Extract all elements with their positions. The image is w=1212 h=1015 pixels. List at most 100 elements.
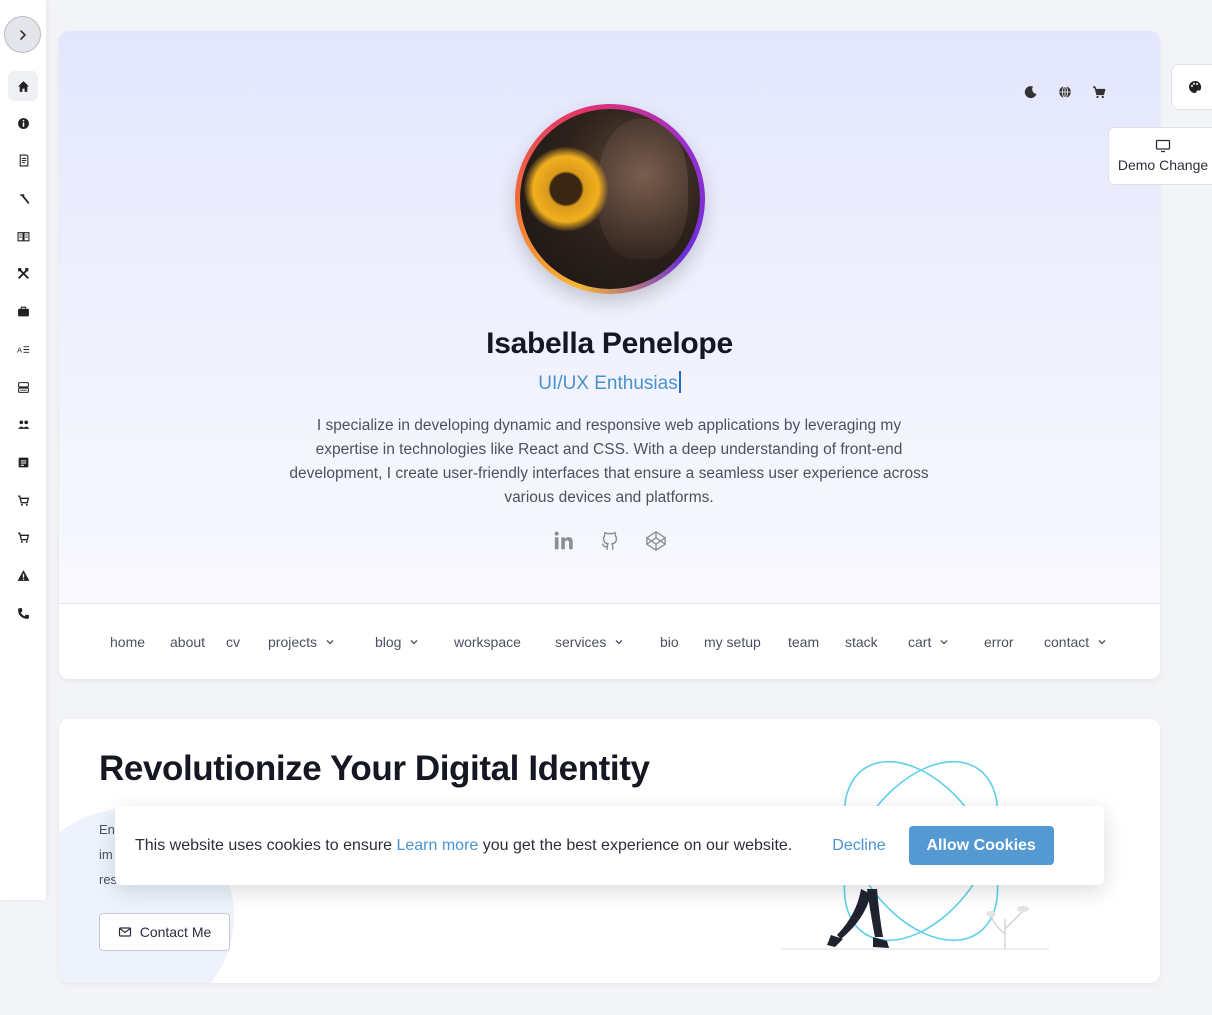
sidebar-item-about[interactable]	[8, 108, 38, 138]
menu-label: services	[555, 633, 607, 650]
warning-icon	[17, 569, 29, 581]
menu-label: blog	[375, 633, 402, 650]
menu-item-cart[interactable]: cart	[908, 634, 984, 650]
cart-icon[interactable]	[1090, 83, 1108, 101]
chevron-right-icon	[19, 29, 26, 40]
sidebar-item-error[interactable]	[8, 560, 38, 590]
sidebar-item-blog[interactable]	[8, 221, 38, 251]
sidebar-item-home[interactable]	[8, 71, 38, 101]
menu-label: team	[788, 633, 820, 650]
menu-item-contact[interactable]: contact	[1044, 634, 1107, 650]
avatar	[515, 104, 705, 294]
globe-icon[interactable]	[1056, 83, 1074, 101]
menu-label: cart	[908, 633, 932, 650]
svg-text:A: A	[17, 345, 22, 354]
theme-palette-button[interactable]	[1171, 64, 1212, 110]
avatar-face	[598, 119, 688, 259]
team-icon	[17, 419, 29, 429]
menu-item-projects[interactable]: projects	[268, 634, 375, 650]
home-icon	[17, 80, 29, 92]
chevron-down-icon	[411, 639, 418, 644]
menu-item-bio[interactable]: bio	[660, 634, 704, 650]
hero-card: Isabella Penelope UI/UX Enthusias I spec…	[59, 31, 1160, 679]
profile-role: UI/UX Enthusias	[59, 371, 1160, 395]
menu-item-cv[interactable]: cv	[226, 634, 268, 650]
phone-icon	[17, 607, 29, 619]
menu-item-blog[interactable]: blog	[375, 634, 454, 650]
menu-label: projects	[268, 633, 318, 650]
sidebar-item-services[interactable]	[8, 296, 38, 326]
section-title: Revolutionize Your Digital Identity	[99, 749, 650, 788]
menu-item-team[interactable]: team	[788, 634, 845, 650]
cart-icon	[17, 495, 29, 506]
hammer-icon	[18, 193, 29, 204]
sidebar-item-stack[interactable]	[8, 447, 38, 477]
menu-item-services[interactable]: services	[555, 634, 660, 650]
contact-me-button[interactable]: Contact Me	[99, 913, 230, 951]
monitor-icon	[1155, 139, 1171, 153]
menu-item-my-setup[interactable]: my setup	[704, 634, 788, 650]
bio-icon: A	[17, 345, 29, 354]
chevron-down-icon	[326, 639, 334, 644]
typing-caret	[678, 371, 681, 393]
chevron-down-icon	[615, 639, 623, 644]
menu-label: about	[170, 633, 206, 650]
menu-item-workspace[interactable]: workspace	[454, 634, 555, 650]
cookie-text-after: you get the best experience on our websi…	[478, 836, 793, 854]
book-icon	[17, 231, 29, 241]
menu-label: contact	[1044, 633, 1090, 650]
menu-label: my setup	[704, 633, 761, 650]
main-menu: home about cv projects blog workspace se…	[59, 603, 1160, 679]
tools-icon	[17, 267, 29, 279]
sidebar-toggle-button[interactable]	[4, 16, 41, 53]
menu-label: home	[110, 633, 146, 650]
sidebar-item-contact[interactable]	[8, 598, 38, 628]
profile-name: Isabella Penelope	[486, 327, 733, 360]
sidebar-item-bio[interactable]: A	[8, 334, 38, 364]
sidebar-item-team[interactable]	[8, 409, 38, 439]
menu-label: stack	[845, 633, 878, 650]
sidebar-item-checkout[interactable]	[8, 522, 38, 552]
hero-toolbar	[1022, 83, 1108, 101]
sidebar-item-workspace[interactable]	[8, 258, 38, 288]
blog-icon	[18, 457, 28, 467]
cookie-text-before: This website uses cookies to ensure	[135, 836, 397, 854]
chevron-down-icon	[1098, 639, 1106, 644]
learn-more-link[interactable]: Learn more	[396, 837, 478, 854]
linkedin-icon[interactable]	[552, 529, 576, 553]
info-icon	[17, 117, 29, 129]
menu-item-error[interactable]: error	[984, 634, 1044, 650]
moon-icon[interactable]	[1022, 83, 1040, 101]
menu-label: error	[984, 633, 1014, 650]
cart-icon	[17, 532, 29, 543]
menu-label: workspace	[454, 633, 521, 650]
menu-item-about[interactable]: about	[170, 634, 226, 650]
demo-change-button[interactable]: Demo Change	[1108, 127, 1212, 185]
sidebar: A	[0, 0, 46, 900]
chevron-down-icon	[940, 639, 948, 644]
github-icon[interactable]	[598, 529, 622, 553]
palette-icon	[1189, 80, 1202, 93]
menu-item-home[interactable]: home	[110, 634, 170, 650]
social-links	[59, 529, 1160, 553]
document-icon	[19, 154, 28, 166]
contact-me-label: Contact Me	[139, 924, 212, 940]
profile-role-text: UI/UX Enthusias	[538, 373, 678, 394]
codepen-icon[interactable]	[644, 529, 668, 553]
server-icon	[17, 381, 29, 393]
sidebar-item-projects[interactable]	[8, 183, 38, 213]
cookie-banner: This website uses cookies to ensure Lear…	[115, 806, 1104, 885]
menu-label: cv	[226, 633, 240, 650]
sidebar-item-cv[interactable]	[8, 145, 38, 175]
cookie-message: This website uses cookies to ensure Lear…	[135, 837, 792, 855]
decline-button[interactable]: Decline	[832, 837, 885, 855]
avatar-photo	[520, 109, 700, 289]
menu-item-stack[interactable]: stack	[845, 634, 908, 650]
briefcase-icon	[17, 306, 29, 316]
profile-bio: I specialize in developing dynamic and r…	[289, 417, 929, 506]
sidebar-item-cart[interactable]	[8, 485, 38, 515]
allow-cookies-button[interactable]: Allow Cookies	[908, 826, 1054, 865]
avatar-sunflower	[524, 147, 608, 231]
menu-label: bio	[660, 633, 679, 650]
sidebar-item-my-setup[interactable]	[8, 372, 38, 402]
